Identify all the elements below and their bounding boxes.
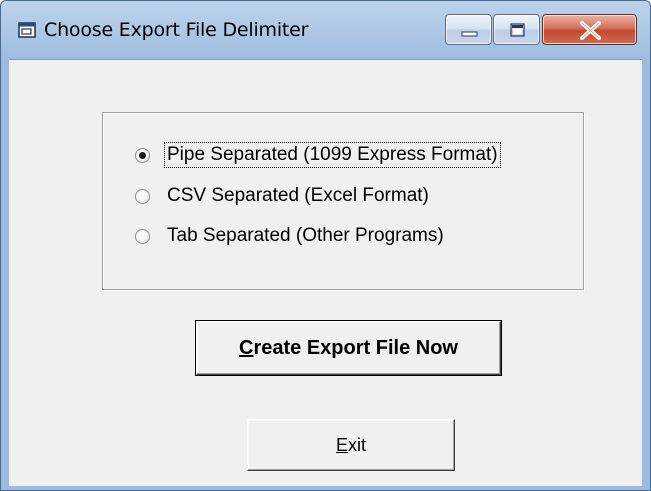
- minimize-button[interactable]: [445, 14, 492, 45]
- radio-option-csv[interactable]: CSV Separated (Excel Format): [135, 182, 431, 210]
- exit-button[interactable]: Exit: [247, 419, 455, 471]
- title-bar[interactable]: Choose Export File Delimiter: [1, 1, 650, 59]
- dialog-client-area: Pipe Separated (1099 Express Format) CSV…: [9, 59, 642, 486]
- maximize-icon: [510, 23, 525, 37]
- exit-button-label: xit: [348, 434, 366, 455]
- radio-label-csv[interactable]: CSV Separated (Excel Format): [165, 184, 431, 208]
- radio-option-tab[interactable]: Tab Separated (Other Programs): [135, 222, 446, 250]
- radio-button-csv[interactable]: [135, 188, 150, 204]
- radio-label-tab[interactable]: Tab Separated (Other Programs): [165, 224, 446, 248]
- window-title: Choose Export File Delimiter: [44, 19, 309, 41]
- application-icon[interactable]: [18, 22, 36, 38]
- radio-button-tab[interactable]: [135, 228, 150, 244]
- create-button-accelerator: C: [239, 336, 254, 359]
- create-export-file-button[interactable]: Create Export File Now: [196, 321, 501, 375]
- minimize-icon: [461, 31, 478, 37]
- close-button[interactable]: [542, 14, 637, 45]
- close-icon: [580, 21, 601, 40]
- radio-option-pipe[interactable]: Pipe Separated (1099 Express Format): [135, 141, 501, 169]
- dialog-window: Choose Export File Delimiter Pipe Separa…: [0, 0, 651, 491]
- create-button-label: reate Export File Now: [253, 336, 458, 359]
- maximize-button[interactable]: [493, 14, 540, 45]
- radio-button-pipe[interactable]: [135, 147, 150, 163]
- exit-button-accelerator: E: [335, 434, 348, 455]
- radio-label-pipe[interactable]: Pipe Separated (1099 Express Format): [164, 142, 501, 168]
